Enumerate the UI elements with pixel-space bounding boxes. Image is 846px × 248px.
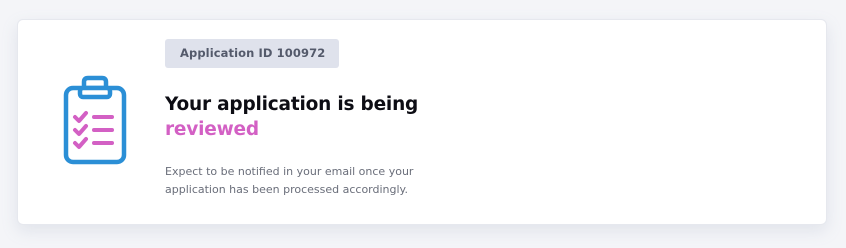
- status-highlight: reviewed: [165, 119, 259, 140]
- application-status-card: Application ID 100972 Your application i…: [17, 19, 827, 225]
- clipboard-checklist-icon: [62, 74, 128, 166]
- application-id-badge: Application ID 100972: [165, 39, 340, 68]
- status-description: Expect to be notified in your email once…: [165, 165, 414, 196]
- status-content: Application ID 100972 Your application i…: [165, 39, 785, 199]
- status-title-text: Your application is being: [165, 94, 419, 115]
- status-title: Your application is being reviewed: [165, 92, 785, 142]
